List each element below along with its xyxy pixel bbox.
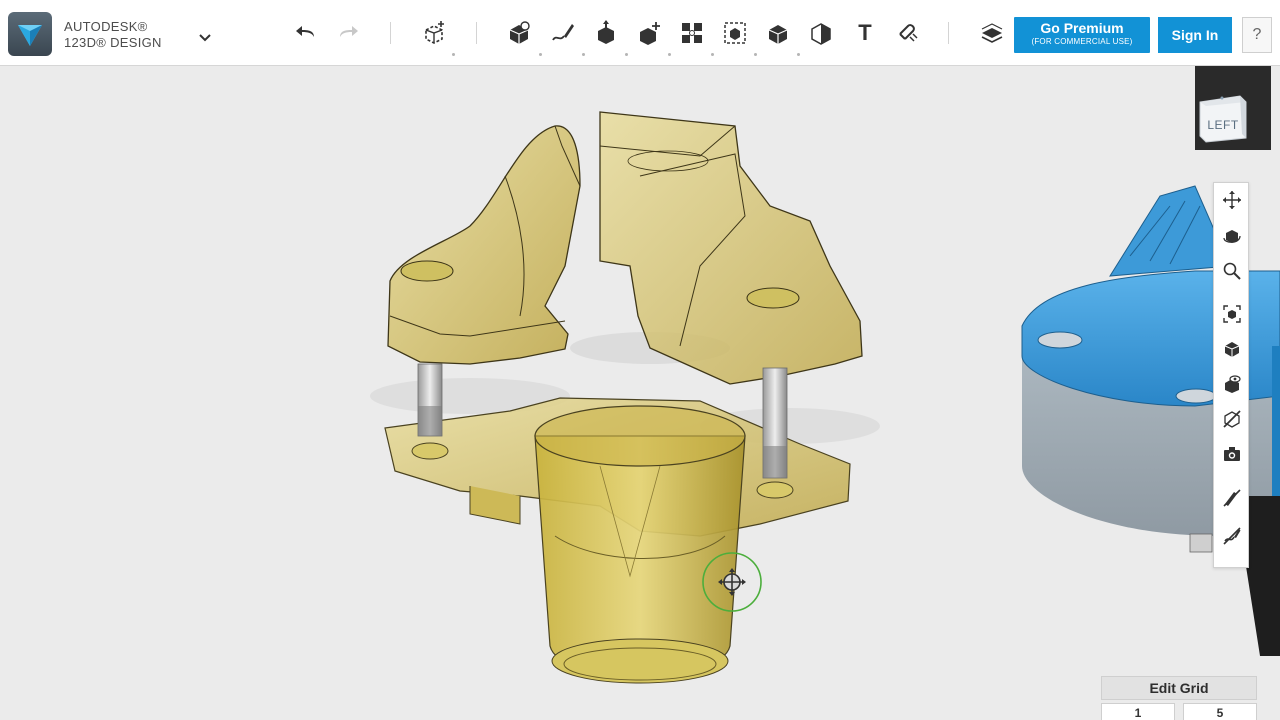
panel-edge-handle[interactable] <box>1272 346 1280 496</box>
layers-icon[interactable] <box>979 20 1005 46</box>
camera-icon[interactable] <box>1219 441 1245 467</box>
grid-value-left[interactable]: 1 <box>1101 703 1175 720</box>
fit-icon[interactable] <box>1219 301 1245 327</box>
3d-viewport[interactable]: LEFT Edit Grid 1 5 <box>0 66 1280 720</box>
top-toolbar: AUTODESK® 123D® DESIGN T Go Premium (FOR… <box>0 0 1280 66</box>
transform-icon[interactable] <box>421 20 447 46</box>
grouping-icon[interactable] <box>722 20 748 46</box>
perspective-icon[interactable] <box>1219 336 1245 362</box>
brand-line1: AUTODESK® <box>64 19 148 34</box>
text-tool-button[interactable]: T <box>852 20 878 46</box>
hide-sketches-icon[interactable] <box>1219 485 1245 511</box>
navigation-toolbar <box>1213 182 1249 568</box>
move-cursor-icon <box>700 552 764 616</box>
sign-in-button[interactable]: Sign In <box>1158 17 1232 53</box>
pan-icon[interactable] <box>1219 187 1245 213</box>
measure-icon[interactable] <box>808 20 834 46</box>
help-button[interactable]: ? <box>1242 17 1272 53</box>
sketch-icon[interactable] <box>550 20 576 46</box>
toolbar-separator <box>948 22 949 44</box>
go-premium-button[interactable]: Go Premium (FOR COMMERCIAL USE) <box>1014 17 1150 53</box>
app-logo-icon[interactable] <box>8 12 52 56</box>
visibility-icon[interactable] <box>1219 371 1245 397</box>
primitives-icon[interactable] <box>506 20 532 46</box>
combine-icon[interactable] <box>765 20 791 46</box>
edit-grid-button[interactable]: Edit Grid <box>1101 676 1257 700</box>
undo-icon[interactable] <box>293 20 319 46</box>
modify-icon[interactable] <box>636 20 662 46</box>
toolbar-separator <box>476 22 477 44</box>
grid-value-right[interactable]: 5 <box>1183 703 1257 720</box>
app-menu-chevron-down-icon[interactable] <box>196 28 214 46</box>
pattern-icon[interactable] <box>679 20 705 46</box>
zoom-icon[interactable] <box>1219 258 1245 284</box>
materials-outline-icon[interactable] <box>1219 406 1245 432</box>
redo-icon[interactable] <box>335 20 361 46</box>
hide-meshes-icon[interactable] <box>1219 523 1245 549</box>
brand-line2: 123D® DESIGN <box>64 35 162 50</box>
model-canvas <box>370 111 1280 684</box>
toolbar-separator <box>390 22 391 44</box>
orbit-icon[interactable] <box>1219 223 1245 249</box>
edit-grid-panel: Edit Grid 1 5 <box>1101 676 1257 720</box>
construct-icon[interactable] <box>593 20 619 46</box>
viewcube-face-label[interactable]: LEFT <box>1203 118 1243 132</box>
snap-magnet-icon[interactable] <box>894 20 920 46</box>
